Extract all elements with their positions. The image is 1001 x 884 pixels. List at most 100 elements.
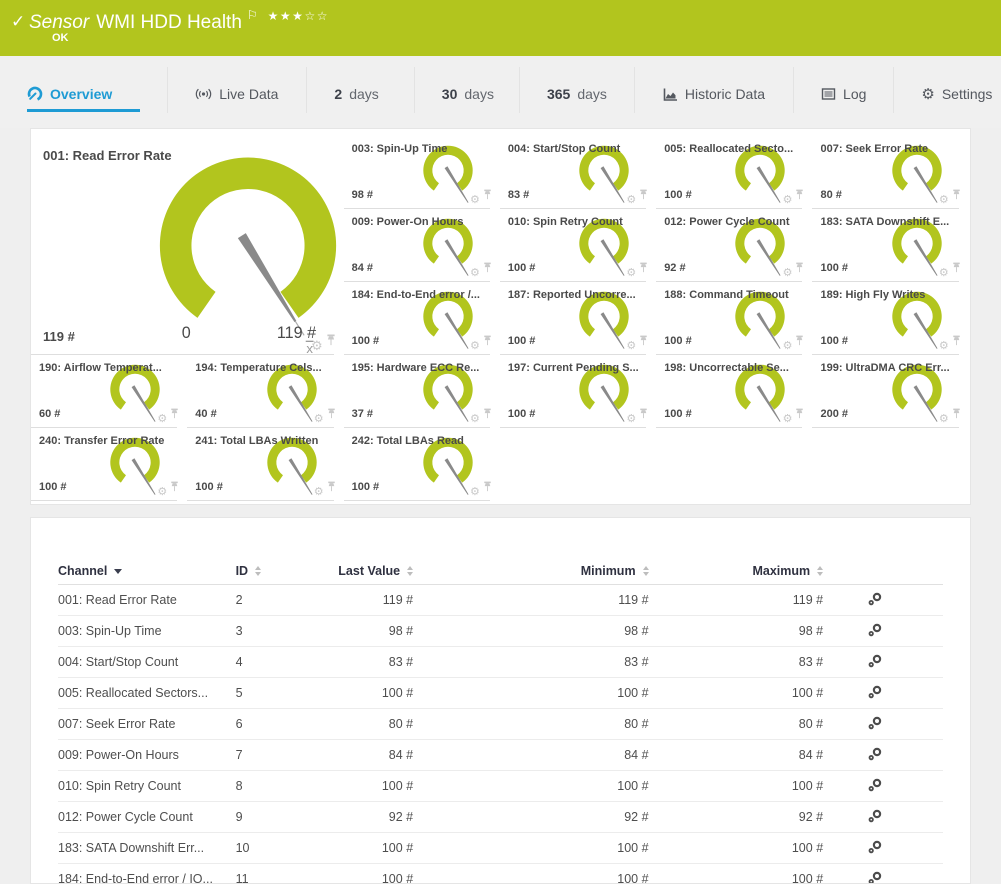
stars-empty[interactable]: ☆☆ (304, 9, 329, 23)
pin-icon[interactable] (795, 188, 804, 206)
channel-gear-icon[interactable]: ⚙ (939, 195, 949, 206)
channel-gear-icon[interactable]: ⚙ (626, 268, 636, 279)
channel-gear-icon[interactable]: ⚙ (470, 487, 480, 498)
channel-gear-icon[interactable]: ⚙ (783, 414, 793, 425)
channel-gear-icon[interactable]: ⚙ (783, 195, 793, 206)
channel-name-cell[interactable]: 010: Spin Retry Count (58, 779, 236, 793)
channel-gear-icon[interactable]: ⚙ (470, 268, 480, 279)
channel-gauge-cell[interactable]: 199: UltraDMA CRC Err... 200 # ⚙ (812, 355, 968, 428)
pin-icon[interactable] (639, 261, 648, 279)
column-header-last-value[interactable]: Last Value (295, 564, 413, 578)
pin-icon[interactable] (170, 407, 179, 425)
pin-icon[interactable] (326, 334, 336, 352)
priority-flag-icon[interactable]: ⚐ (247, 8, 258, 22)
pin-icon[interactable] (327, 480, 336, 498)
channel-gauge-cell[interactable]: 198: Uncorrectable Se... 100 # ⚙ (656, 355, 812, 428)
tab-historic-data[interactable]: Historic Data (650, 79, 777, 112)
pin-icon[interactable] (639, 334, 648, 352)
channel-settings-gears-icon[interactable] (867, 840, 883, 857)
pin-icon[interactable] (170, 480, 179, 498)
channel-name-cell[interactable]: 004: Start/Stop Count (58, 655, 236, 669)
channel-gauge-cell[interactable]: 190: Airflow Temperat... 60 # ⚙ (31, 355, 187, 428)
channel-name-cell[interactable]: 007: Seek Error Rate (58, 717, 236, 731)
pin-icon[interactable] (483, 188, 492, 206)
pin-icon[interactable] (952, 334, 961, 352)
tab-settings[interactable]: ⚙ Settings (909, 79, 1001, 112)
pin-icon[interactable] (795, 407, 804, 425)
channel-gear-icon[interactable]: ⚙ (939, 341, 949, 352)
pin-icon[interactable] (795, 334, 804, 352)
channel-gauge-cell[interactable]: 194: Temperature Cels... 40 # ⚙ (187, 355, 343, 428)
pin-icon[interactable] (483, 480, 492, 498)
channel-settings-gears-icon[interactable] (867, 716, 883, 733)
primary-channel-gauge[interactable]: 001: Read Error Rate x 0 119 # 119 # ⚙ (31, 136, 344, 355)
channel-gauge-cell[interactable]: 183: SATA Downshift E... 100 # ⚙ (812, 209, 968, 282)
channel-gear-icon[interactable]: ⚙ (626, 414, 636, 425)
channel-settings-gears-icon[interactable] (867, 685, 883, 702)
pin-icon[interactable] (639, 188, 648, 206)
channel-gauge-cell[interactable]: 184: End-to-End error /... 100 # ⚙ (344, 282, 500, 355)
channel-gear-icon[interactable]: ⚙ (626, 341, 636, 352)
pin-icon[interactable] (327, 407, 336, 425)
pin-icon[interactable] (952, 407, 961, 425)
channel-name-cell[interactable]: 009: Power-On Hours (58, 748, 236, 762)
channel-gauge-cell[interactable]: 195: Hardware ECC Re... 37 # ⚙ (344, 355, 500, 428)
channel-name-cell[interactable]: 001: Read Error Rate (58, 593, 236, 607)
tab-overview[interactable]: Overview (27, 79, 140, 112)
channel-gauge-cell[interactable]: 003: Spin-Up Time 98 # ⚙ (344, 136, 500, 209)
column-header-id[interactable]: ID (236, 564, 296, 578)
channel-gear-icon[interactable]: ⚙ (939, 268, 949, 279)
channel-gauge-cell[interactable]: 241: Total LBAs Written 100 # ⚙ (187, 428, 343, 501)
channel-gauge-cell[interactable]: 009: Power-On Hours 84 # ⚙ (344, 209, 500, 282)
channel-gear-icon[interactable]: ⚙ (783, 268, 793, 279)
pin-icon[interactable] (483, 261, 492, 279)
channel-gear-icon[interactable]: ⚙ (314, 487, 324, 498)
channel-name-cell[interactable]: 012: Power Cycle Count (58, 810, 236, 824)
tab-365-days[interactable]: 365 days (535, 79, 619, 112)
channel-gauge-cell[interactable]: 005: Reallocated Secto... 100 # ⚙ (656, 136, 812, 209)
column-header-maximum[interactable]: Maximum (649, 564, 824, 578)
channel-gauge-cell[interactable]: 189: High Fly Writes 100 # ⚙ (812, 282, 968, 355)
channel-gear-icon[interactable]: ⚙ (314, 414, 324, 425)
pin-icon[interactable] (795, 261, 804, 279)
channel-settings-gears-icon[interactable] (867, 623, 883, 640)
channel-settings-gears-icon[interactable] (867, 809, 883, 826)
channel-gauge-cell[interactable]: 242: Total LBAs Read 100 # ⚙ (344, 428, 500, 501)
tab-2-days[interactable]: 2 days (322, 79, 390, 112)
column-header-channel[interactable]: Channel (58, 564, 236, 578)
channel-settings-gears-icon[interactable] (867, 747, 883, 764)
channel-gauge-cell[interactable]: 007: Seek Error Rate 80 # ⚙ (812, 136, 968, 209)
channel-gear-icon[interactable]: ⚙ (157, 487, 167, 498)
tab-live-data[interactable]: Live Data (183, 79, 290, 112)
channel-gear-icon[interactable]: ⚙ (311, 339, 323, 352)
channel-gear-icon[interactable]: ⚙ (783, 341, 793, 352)
channel-gauge-cell[interactable]: 197: Current Pending S... 100 # ⚙ (500, 355, 656, 428)
channel-name-cell[interactable]: 184: End-to-End error / IO... (58, 872, 236, 884)
channel-gauge-cell[interactable]: 010: Spin Retry Count 100 # ⚙ (500, 209, 656, 282)
column-header-minimum[interactable]: Minimum (413, 564, 648, 578)
channel-gear-icon[interactable]: ⚙ (157, 414, 167, 425)
channel-gauge-cell[interactable]: 004: Start/Stop Count 83 # ⚙ (500, 136, 656, 209)
channel-settings-gears-icon[interactable] (867, 778, 883, 795)
tab-log[interactable]: Log (809, 79, 878, 112)
pin-icon[interactable] (952, 188, 961, 206)
channel-gear-icon[interactable]: ⚙ (470, 414, 480, 425)
pin-icon[interactable] (483, 334, 492, 352)
pin-icon[interactable] (639, 407, 648, 425)
channel-settings-gears-icon[interactable] (867, 592, 883, 609)
channel-settings-gears-icon[interactable] (867, 654, 883, 671)
channel-name-cell[interactable]: 003: Spin-Up Time (58, 624, 236, 638)
channel-gear-icon[interactable]: ⚙ (470, 341, 480, 352)
channel-gear-icon[interactable]: ⚙ (626, 195, 636, 206)
channel-gear-icon[interactable]: ⚙ (470, 195, 480, 206)
channel-gauge-cell[interactable]: 188: Command Timeout 100 # ⚙ (656, 282, 812, 355)
stars-filled[interactable]: ★★★ (268, 9, 305, 23)
pin-icon[interactable] (952, 261, 961, 279)
pin-icon[interactable] (483, 407, 492, 425)
tab-30-days[interactable]: 30 days (430, 79, 506, 112)
channel-gauge-cell[interactable]: 240: Transfer Error Rate 100 # ⚙ (31, 428, 187, 501)
channel-gauge-cell[interactable]: 012: Power Cycle Count 92 # ⚙ (656, 209, 812, 282)
favorite-stars[interactable]: ★★★☆☆ (268, 9, 329, 23)
channel-name-cell[interactable]: 183: SATA Downshift Err... (58, 841, 236, 855)
channel-gauge-cell[interactable]: 187: Reported Uncorre... 100 # ⚙ (500, 282, 656, 355)
